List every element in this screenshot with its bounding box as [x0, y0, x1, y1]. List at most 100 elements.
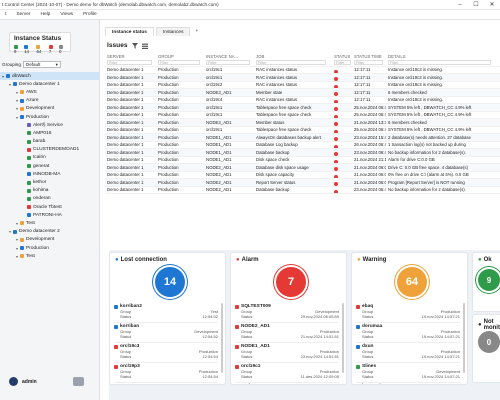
- list-item[interactable]: NODE2_AD1 Group Production Status 21.nov.202…: [235, 323, 339, 343]
- list-item[interactable]: NODE1_AD1 Group Production Status 23.nov.202…: [235, 343, 339, 363]
- tree-item[interactable]: barab: [0, 138, 100, 146]
- filter-input[interactable]: Filter: [256, 59, 326, 65]
- table-cell: 12:17:11: [354, 89, 371, 95]
- column-header[interactable]: INSTANCE NA...: [204, 54, 254, 59]
- status-card-alarm[interactable]: ● Alarm 7 SQLTEST009 Group Development Status 2…: [230, 252, 347, 385]
- tree-item[interactable]: AMP016: [0, 129, 100, 137]
- table-cell: !: [332, 142, 352, 149]
- table-row[interactable]: Demo datacenter 1 Production NODE1_AD1 Data…: [105, 149, 500, 157]
- table-cell: Production: [158, 157, 179, 163]
- tab-instances[interactable]: Instances: [155, 27, 191, 36]
- list-item[interactable]: orcl19c2: [235, 383, 339, 384]
- table-row[interactable]: Demo datacenter 1 Production NODE3_AD1 Memb…: [105, 119, 500, 127]
- list-item[interactable]: SQLTEST009 Group Development Status 29.nov.2…: [235, 303, 339, 323]
- status-label: Status: [241, 314, 253, 319]
- list-item[interactable]: orcl19p3 Group Production Status 12:54:54: [114, 363, 218, 383]
- instance-status-summary[interactable]: Instance Status 9 14 64 7 0: [9, 32, 71, 54]
- user-area[interactable]: admin: [9, 377, 37, 386]
- table-row[interactable]: Demo datacenter 1 Production NODE2_AD1 Data…: [105, 187, 500, 194]
- tree-item[interactable]: ▾ Test: [0, 252, 100, 260]
- card-scrollbar[interactable]: [342, 303, 344, 373]
- status-card-warning[interactable]: ● Warning 64 ebaq Group Production Status 19.no…: [351, 252, 468, 385]
- tree-item[interactable]: ▾ AWS: [0, 88, 100, 96]
- list-item[interactable]: dorumaa Group Production Status 19.nov.2024 …: [356, 323, 460, 343]
- table-row[interactable]: Demo datacenter 1 Production NODE2_AD1 Repo…: [105, 179, 500, 187]
- table-row[interactable]: Demo datacenter 1 Production orcl19c1 Table…: [105, 127, 500, 134]
- table-row[interactable]: Demo datacenter 1 Production NODE1_AD1 Disk…: [105, 157, 500, 164]
- card-scrollbar[interactable]: [221, 303, 223, 373]
- filter-input[interactable]: Filter: [206, 59, 251, 65]
- tree-item[interactable]: ▾ Development: [0, 236, 100, 244]
- tree-item[interactable]: tcalrin: [0, 154, 100, 162]
- table-row[interactable]: Demo datacenter 1 Production orcl19c4 RAC i…: [105, 97, 500, 104]
- tree-item[interactable]: kohima: [0, 187, 100, 195]
- column-header[interactable]: STATUS TIME: [352, 54, 386, 59]
- tree-item[interactable]: ▾ Azure: [0, 97, 100, 105]
- list-item[interactable]: orcl19c3 Group Production Status 12:54:54: [114, 343, 218, 363]
- table-row[interactable]: Demo datacenter 1 Production orcl19c1 RAC i…: [105, 67, 500, 74]
- list-item[interactable]: ebaq Group Production Status 19.nov.2024 14:…: [356, 303, 460, 323]
- menu-profile[interactable]: Profile: [78, 12, 102, 17]
- tree-item[interactable]: ▾ Demo datacenter 2: [0, 228, 100, 236]
- tab-instance-status[interactable]: Instance status: [105, 27, 154, 36]
- table-row[interactable]: Demo datacenter 1 Production NODE3_AD1 Memb…: [105, 89, 500, 97]
- list-item[interactable]: Slines Group Development Status 19.nov.2024 …: [356, 363, 460, 383]
- tree-item[interactable]: ▾ Production: [0, 113, 100, 121]
- menu-views[interactable]: Views: [55, 12, 78, 17]
- tree-item[interactable]: Oracle Tbtest: [0, 203, 100, 211]
- tree-item[interactable]: PATRONI-HA: [0, 211, 100, 219]
- tree-item[interactable]: kethor: [0, 178, 100, 186]
- column-header[interactable]: SERVER: [105, 54, 156, 59]
- tree-item[interactable]: INNODB-MA: [0, 170, 100, 178]
- tree-item[interactable]: generat: [0, 162, 100, 170]
- list-item[interactable]: orcl19c1 Group Production Status 11.des.2024…: [235, 363, 339, 383]
- filter-input[interactable]: Filter: [158, 59, 201, 65]
- menu-file[interactable]: t: [0, 12, 11, 17]
- column-header[interactable]: GROUP: [156, 54, 204, 59]
- minimize-button[interactable]: –: [452, 0, 468, 10]
- filter-input[interactable]: Filter: [354, 59, 384, 65]
- chat-icon[interactable]: [73, 377, 84, 386]
- status-badge: 14: [24, 44, 33, 54]
- table-row[interactable]: Demo datacenter 1 Production orcl19c2 RAC i…: [105, 82, 500, 89]
- table-row[interactable]: Demo datacenter 1 Production orcl19c1 Table…: [105, 112, 500, 119]
- tree-item[interactable]: onderan: [0, 195, 100, 203]
- maximize-button[interactable]: ☐: [468, 0, 484, 10]
- filter-input[interactable]: Filter: [334, 59, 351, 65]
- list-item[interactable]: SQLTEST032: [114, 383, 218, 384]
- tree-item[interactable]: ▾ Test: [0, 219, 100, 227]
- list-item[interactable]: korriban Group Development Status 12:54:52: [114, 323, 218, 343]
- add-tab-button[interactable]: +: [192, 27, 201, 36]
- card-scrollbar[interactable]: [463, 303, 465, 373]
- table-cell: NODE3_AD1: [206, 89, 232, 95]
- tree-item[interactable]: ▾ dbWatch: [0, 72, 100, 81]
- tree-item[interactable]: Alert§ Service: [0, 121, 100, 129]
- filter-input[interactable]: Filter: [388, 59, 492, 65]
- list-item[interactable]: korriban2 Group Test Status 12:54:52: [114, 303, 218, 323]
- status-card-ok[interactable]: ● Ok 9: [472, 252, 500, 312]
- table-row[interactable]: Demo datacenter 1 Production NODE1_AD1 Alwa…: [105, 134, 500, 142]
- filter-input[interactable]: Filter: [107, 59, 153, 65]
- menu-server[interactable]: Server: [11, 12, 35, 17]
- table-row[interactable]: Demo datacenter 1 Production NODE1_AD1 Data…: [105, 142, 500, 149]
- tree-item[interactable]: ▾ Demo datacenter 1: [0, 80, 100, 88]
- close-button[interactable]: ✕: [484, 0, 500, 10]
- tree-item[interactable]: ▾ Development: [0, 105, 100, 113]
- columns-icon[interactable]: [141, 43, 148, 49]
- tree-item[interactable]: CLUSTERDEMOAD1: [0, 146, 100, 154]
- tree-item[interactable]: ▾ Production: [0, 244, 100, 252]
- table-row[interactable]: Demo datacenter 1 Production orcl19c1 Table…: [105, 104, 500, 112]
- grouping-select[interactable]: Default ▾: [22, 60, 61, 68]
- table-row[interactable]: Demo datacenter 1 Production orcl19c1 RAC i…: [105, 74, 500, 82]
- filter-icon[interactable]: [131, 42, 138, 49]
- column-header[interactable]: STATUS: [332, 54, 352, 59]
- table-row[interactable]: Demo datacenter 1 Production NODE2_AD1 Data…: [105, 164, 500, 172]
- column-header[interactable]: DETAILS: [386, 54, 500, 59]
- column-header[interactable]: JOB: [254, 54, 332, 59]
- list-item[interactable]: dxun Group Production Status 19.nov.2024 14:…: [356, 343, 460, 363]
- table-row[interactable]: Demo datacenter 1 Production NODE2_AD1 Disk…: [105, 172, 500, 179]
- status-card-lost-connection[interactable]: ● Lost connection 14 korriban2 Group Test Stat…: [109, 252, 226, 385]
- status-card-not-monitored[interactable]: ●Not monito0: [472, 314, 500, 383]
- list-item[interactable]: brentaal: [356, 383, 460, 384]
- menu-help[interactable]: Help: [35, 12, 55, 17]
